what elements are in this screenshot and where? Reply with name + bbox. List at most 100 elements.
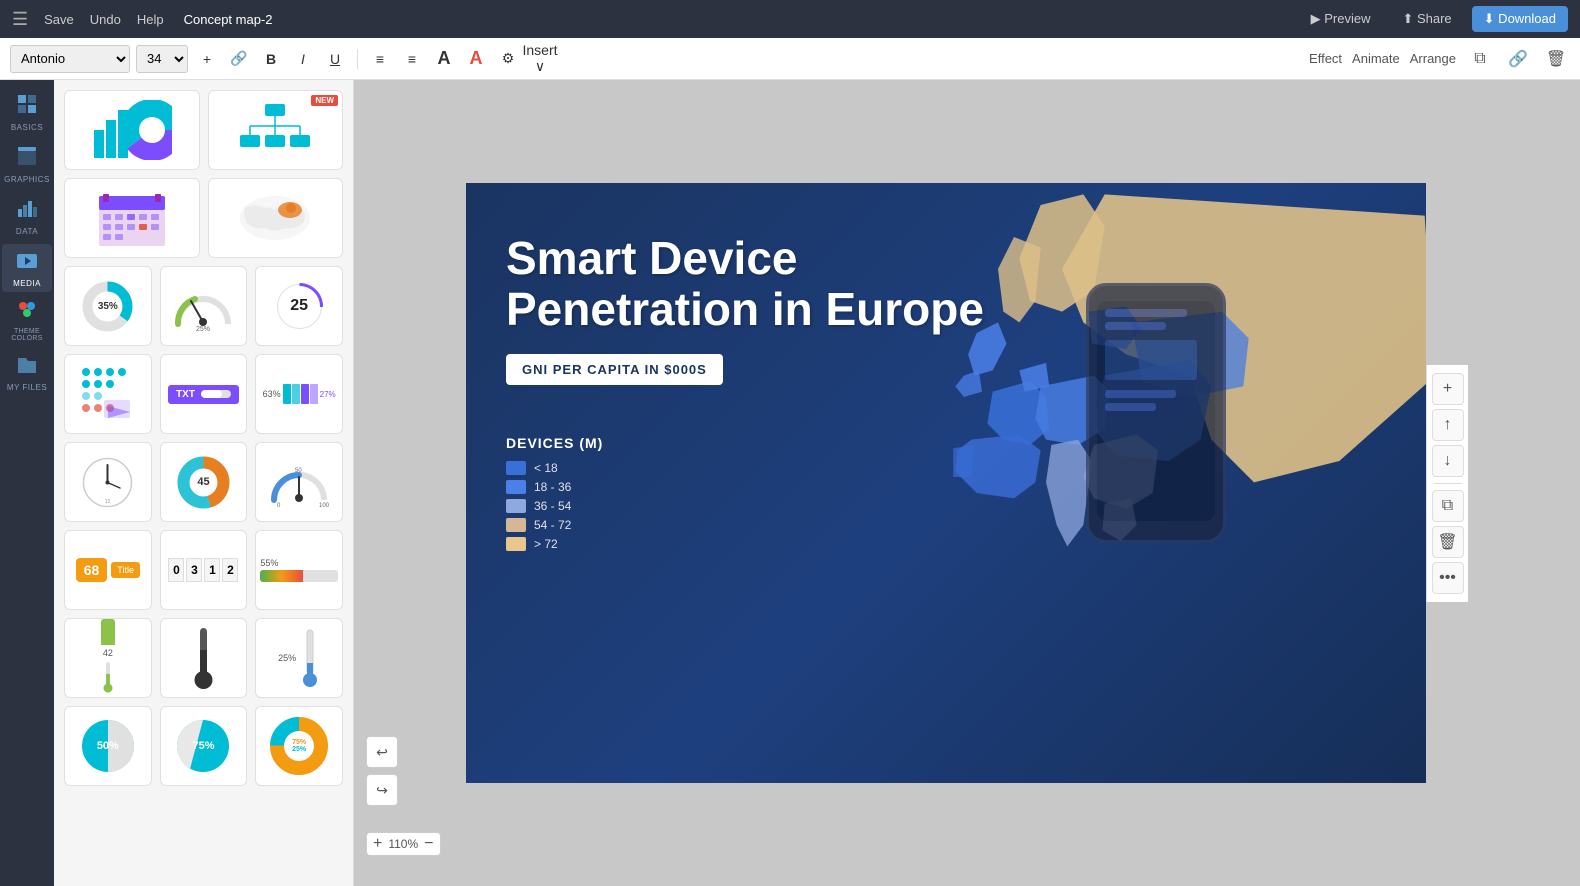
text-color-button[interactable]: A [463,46,489,72]
formatting-toolbar: Antonio Arial Helvetica 34 12 14 18 24 3… [0,38,1580,80]
donut-35-item[interactable]: 35% [64,266,152,346]
thermo-42-item[interactable]: 42 [64,618,152,698]
bar-pie-chart-item[interactable] [64,90,200,170]
text-bar-item[interactable]: TXT [160,354,248,434]
text-settings-button[interactable]: ⚙ [495,46,521,72]
counter-item[interactable]: 0 3 1 2 [160,530,248,610]
circle-25-value: 25 [272,279,327,334]
sidebar-label-data: DATA [16,227,38,236]
sidebar-item-data[interactable]: DATA [2,192,52,240]
legend-item: 36 - 54 [506,499,1386,513]
canvas-right-toolbar: + ↑ ↓ ⧉ 🗑 ••• [1426,365,1468,602]
move-down-button[interactable]: ↓ [1432,445,1464,477]
sidebar-item-my-files[interactable]: MY FILES [2,348,52,396]
link-button[interactable]: 🔗 [226,46,252,72]
speed-value: 50 [295,468,302,474]
progress-55-item[interactable]: 55% [255,530,343,610]
thermo-25-item[interactable]: 25% [255,618,343,698]
donut-25-val: 25% [292,746,306,753]
animate-button[interactable]: Animate [1352,51,1400,66]
circle-50-item[interactable]: 50% [64,706,152,786]
progress-63-item[interactable]: 63% 27% [255,354,343,434]
donut-35-value: 35% [80,279,135,334]
zoom-in-button[interactable]: + [373,835,382,853]
canvas-area[interactable]: ↩ ↪ + 110% − [354,80,1580,886]
text-style-button[interactable]: A [431,46,457,72]
move-up-button[interactable]: ↑ [1432,409,1464,441]
delete-toolbar-button[interactable]: 🗑 [1542,45,1570,73]
donut-75-25-item[interactable]: 75% 25% [255,706,343,786]
top-menu-bar: ☰ Save Undo Help Concept map-2 ▶ Preview… [0,0,1580,38]
undo-menu-item[interactable]: Undo [90,12,121,27]
legend-label: 54 - 72 [534,518,571,532]
donut-45-item[interactable]: 45 [160,442,248,522]
sidebar-item-theme-colors[interactable]: THEME COLORS [2,296,52,344]
font-family-select[interactable]: Antonio Arial Helvetica [10,45,130,73]
link-toolbar-button[interactable]: 🔗 [1504,45,1532,73]
duplicate-slide-button[interactable]: ⧉ [1432,490,1464,522]
legend-label: 18 - 36 [534,480,571,494]
sidebar-item-media[interactable]: MEDIA [2,244,52,292]
undo-button[interactable]: ↩ [366,736,398,768]
align-button[interactable]: ≡ [367,46,393,72]
zoom-out-button[interactable]: − [424,835,433,853]
sidebar-label-media: MEDIA [13,279,41,288]
svg-text:25%: 25% [196,326,210,333]
badge-title: Title [111,562,140,578]
share-button[interactable]: ⬆ Share [1390,6,1463,32]
add-element-button[interactable]: + [1432,373,1464,405]
sidebar-label-my-files: MY FILES [7,383,47,392]
speedometer-item[interactable]: 0 50 100 [255,442,343,522]
delete-slide-button[interactable]: 🗑 [1432,526,1464,558]
thermo-dark-item[interactable] [160,618,248,698]
effect-button[interactable]: Effect [1309,51,1342,66]
world-map-item[interactable] [208,178,344,258]
circle-25-item[interactable]: 25 [255,266,343,346]
list-button[interactable]: ≡ [399,46,425,72]
graphics-icon [16,145,38,172]
legend-swatch [506,461,526,475]
hamburger-icon[interactable]: ☰ [12,9,28,30]
arrange-button[interactable]: Arrange [1410,51,1456,66]
save-menu-item[interactable]: Save [44,12,74,27]
duplicate-button[interactable]: ⧉ [1466,45,1494,73]
legend-item: > 72 [506,537,1386,551]
sidebar-label-basics: BASICS [11,123,43,132]
svg-text:0: 0 [277,503,281,509]
donut-45-value: 45 [176,455,231,510]
font-size-select[interactable]: 34 12 14 18 24 36 48 [136,45,188,73]
badge-68-value: 68 [76,558,108,582]
legend-label: > 72 [534,537,558,551]
download-button[interactable]: ⬇ Download [1472,6,1568,32]
new-badge: NEW [311,95,338,106]
legend-swatch [506,537,526,551]
dot-matrix-item[interactable] [64,354,152,434]
svg-text:100: 100 [319,503,329,509]
svg-text:12: 12 [105,499,111,505]
badge-68-item[interactable]: 68 Title [64,530,152,610]
insert-button[interactable]: Insert ∨ [527,46,553,72]
legend-title: DEVICES (M) [506,435,1386,451]
document-title[interactable]: Concept map-2 [184,12,273,27]
bold-button[interactable]: B [258,46,284,72]
slide-content: Smart Device Penetration in Europe GNI P… [466,183,1426,606]
legend-swatch [506,480,526,494]
calendar-item[interactable] [64,178,200,258]
slide-subtitle: GNI PER CAPITA IN $000S [506,354,723,385]
preview-button[interactable]: ▶ Preview [1299,6,1383,32]
sidebar-item-basics[interactable]: BASICS [2,88,52,136]
increase-size-button[interactable]: + [194,46,220,72]
gauge-25-item[interactable]: 25% [160,266,248,346]
italic-button[interactable]: I [290,46,316,72]
circle-75-item[interactable]: 75% [160,706,248,786]
sidebar-item-graphics[interactable]: GRAPHICS [2,140,52,188]
toolbar-separator-1 [357,49,358,69]
clock-item[interactable]: 12 [64,442,152,522]
underline-button[interactable]: U [322,46,348,72]
redo-button[interactable]: ↪ [366,774,398,806]
help-menu-item[interactable]: Help [137,12,164,27]
more-options-button[interactable]: ••• [1432,562,1464,594]
donut-75-val: 75% [292,739,306,746]
org-chart-item[interactable]: NEW [208,90,344,170]
slide-canvas[interactable]: Smart Device Penetration in Europe GNI P… [466,183,1426,783]
